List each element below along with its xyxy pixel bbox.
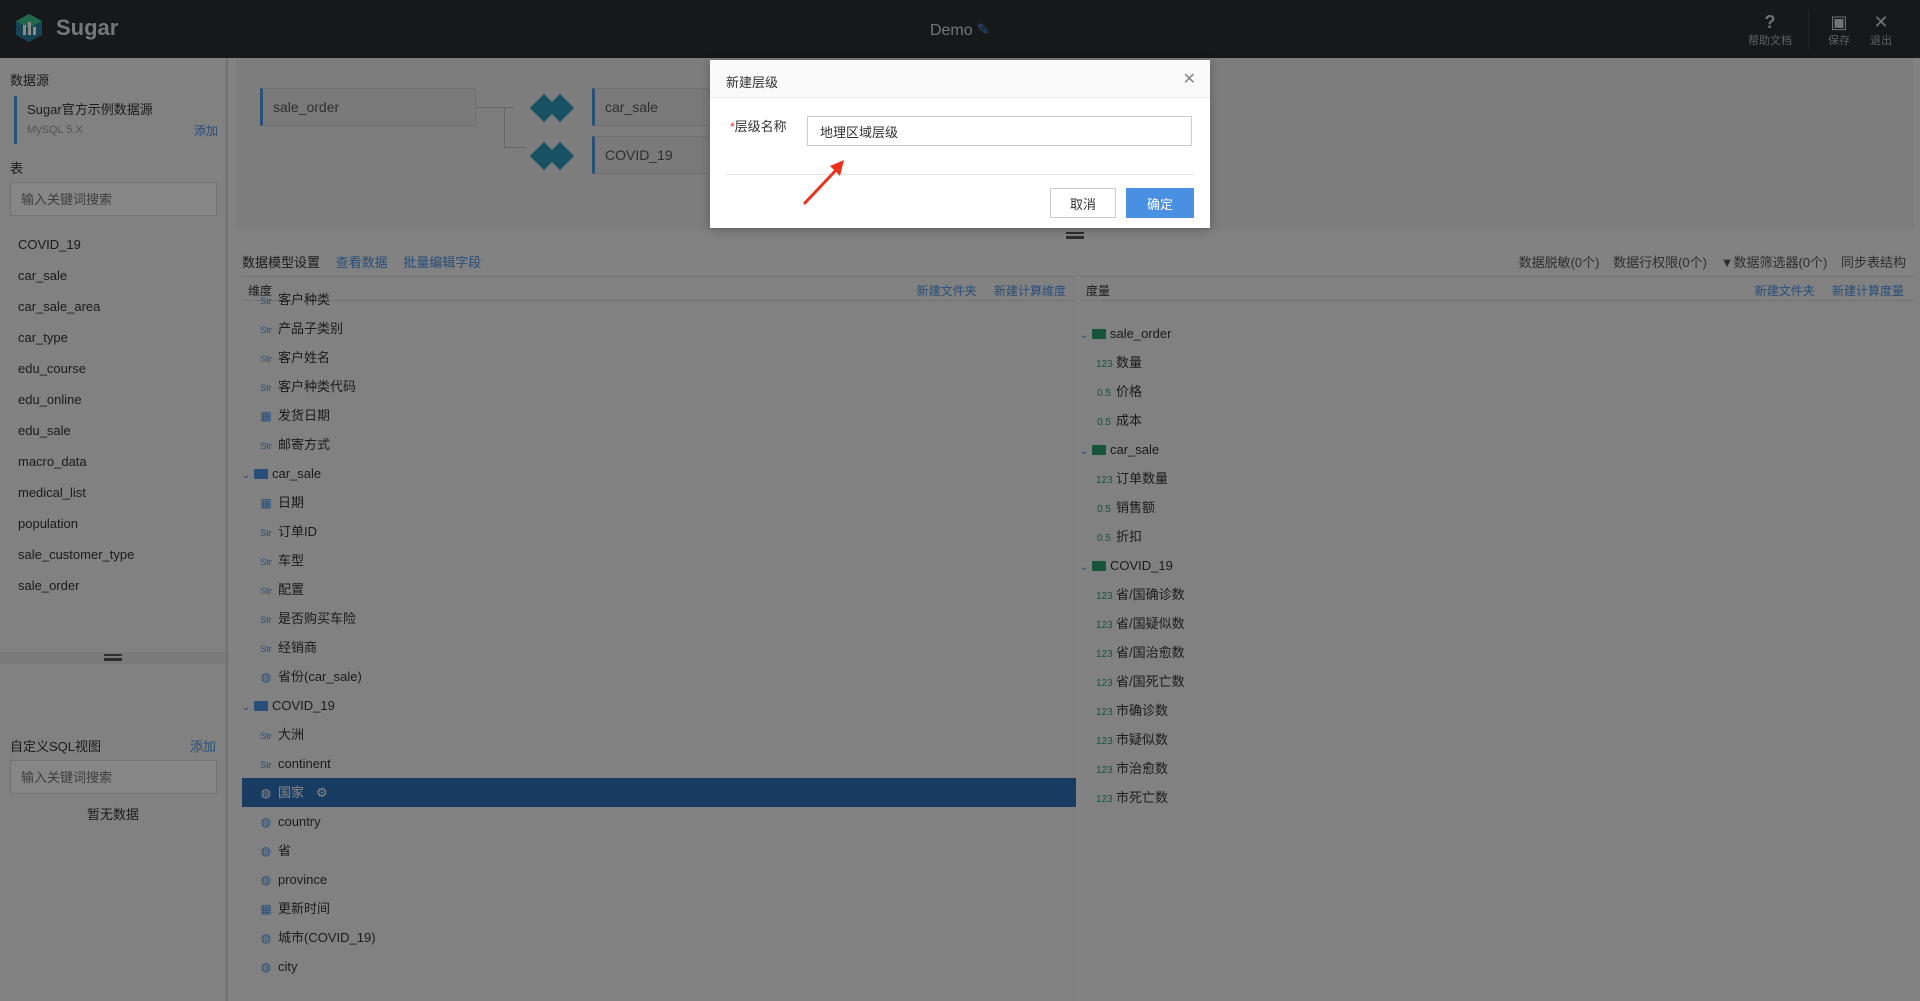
red-arrow-icon bbox=[802, 160, 844, 206]
form-label-row: *层级名称 bbox=[730, 116, 787, 135]
new-hierarchy-dialog: 新建层级 ✕ *层级名称 取消 确定 bbox=[710, 60, 1210, 228]
cancel-button[interactable]: 取消 bbox=[1050, 188, 1116, 218]
hierarchy-name-label: 层级名称 bbox=[734, 119, 787, 134]
close-icon[interactable]: ✕ bbox=[1183, 69, 1196, 89]
dialog-title: 新建层级 bbox=[726, 75, 779, 90]
confirm-button[interactable]: 确定 bbox=[1126, 188, 1194, 218]
hierarchy-name-input[interactable] bbox=[807, 116, 1192, 146]
